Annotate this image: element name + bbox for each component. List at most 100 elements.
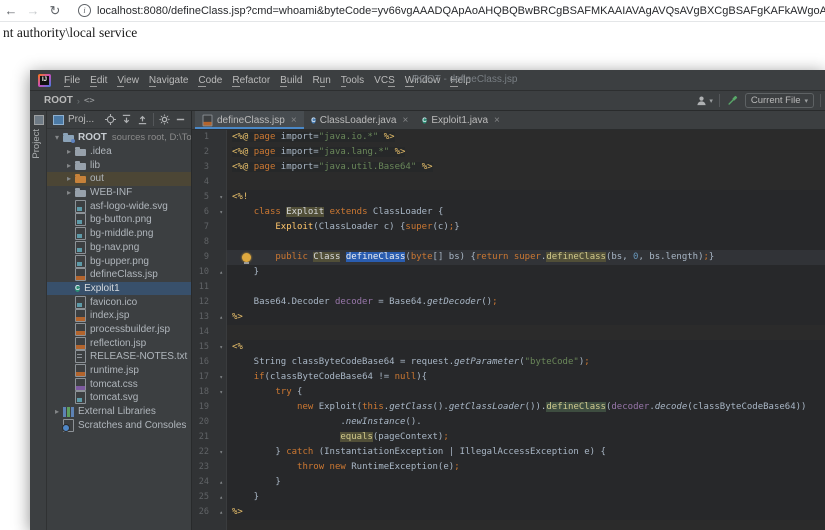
tree-item-out[interactable]: ▸ out	[47, 172, 191, 186]
url-text[interactable]: localhost:8080/defineClass.jsp?cmd=whoam…	[97, 5, 825, 17]
tree-item-runtime-jsp[interactable]: runtime.jsp	[47, 364, 191, 378]
tree-item-reflection-jsp[interactable]: reflection.jsp	[47, 336, 191, 350]
locate-icon[interactable]	[105, 114, 116, 125]
build-hammer-icon[interactable]	[726, 94, 739, 107]
menu-vcs[interactable]: VCS	[369, 74, 400, 87]
close-tab-icon[interactable]: ×	[402, 115, 408, 126]
line-number: 18 ▾	[192, 385, 226, 400]
menu-code[interactable]: Code	[193, 74, 227, 87]
chevron-collapsed-icon[interactable]: ▸	[63, 147, 75, 156]
menu-file[interactable]: File	[59, 74, 85, 87]
settings-icon[interactable]	[159, 114, 170, 125]
tree-item-tomcat-css[interactable]: tomcat.css	[47, 377, 191, 391]
tab-label: ClassLoader.java	[319, 114, 397, 126]
tab-defineclass-jsp[interactable]: defineClass.jsp ×	[195, 111, 304, 129]
browser-toolbar: ← → ↻ i localhost:8080/defineClass.jsp?c…	[0, 0, 825, 22]
tree-item-bg-upper-png[interactable]: bg-upper.png	[47, 254, 191, 268]
menu-run[interactable]: Run	[307, 74, 335, 87]
code-line-13: %>	[232, 312, 243, 322]
site-info-icon[interactable]: i	[78, 4, 91, 17]
menu-tools[interactable]: Tools	[336, 74, 369, 87]
breadcrumb-separator-icon: ›	[76, 95, 80, 106]
tree-item-release-notes-txt[interactable]: RELEASE-NOTES.txt	[47, 350, 191, 364]
tab-classloader-java[interactable]: C ClassLoader.java ×	[304, 111, 416, 129]
back-icon[interactable]: ←	[0, 1, 22, 21]
intention-bulb-icon[interactable]	[242, 253, 251, 264]
fold-marker-icon[interactable]: ▾	[219, 370, 223, 385]
close-tab-icon[interactable]: ×	[494, 115, 500, 126]
tree-item-bg-nav-png[interactable]: bg-nav.png	[47, 240, 191, 255]
code-line-25: }	[232, 492, 260, 502]
tree-item-lib[interactable]: ▸ lib	[47, 158, 191, 172]
tab-exploit1-java[interactable]: C Exploit1.java ×	[415, 111, 507, 129]
tree-item-scratches-and-consoles[interactable]: Scratches and Consoles	[47, 418, 191, 432]
menu-edit[interactable]: Edit	[85, 74, 112, 87]
project-tree[interactable]: ▾ ROOT sources root, D:\Tomcat ▸ .idea ▸ lib ▸ o…	[47, 129, 191, 530]
code-line-12: Base64.Decoder decoder = Base64.getDecod…	[232, 297, 498, 307]
project-panel-actions	[105, 113, 191, 126]
menu-navigate[interactable]: Navigate	[144, 74, 194, 87]
menu-view[interactable]: View	[112, 74, 144, 87]
fold-marker-icon[interactable]: ▾	[219, 385, 223, 400]
fold-marker-icon[interactable]: ▴	[219, 505, 223, 520]
tab-label: Exploit1.java	[431, 114, 489, 126]
collapse-all-icon[interactable]	[137, 114, 148, 125]
tree-item-web-inf[interactable]: ▸ WEB-INF	[47, 186, 191, 200]
tree-item-tomcat-svg[interactable]: tomcat.svg	[47, 391, 191, 405]
fold-marker-icon[interactable]: ▴	[219, 475, 223, 490]
ide-menu-bar: IJ File Edit View Navigate Code Refactor Build…	[30, 70, 825, 91]
line-number: 13 ▴	[192, 310, 226, 325]
reload-icon[interactable]: ↻	[44, 1, 66, 21]
fold-marker-icon[interactable]: ▾	[219, 205, 223, 220]
fold-marker-icon[interactable]: ▴	[219, 310, 223, 325]
tree-item--idea[interactable]: ▸ .idea	[47, 145, 191, 159]
line-number: 4	[203, 177, 209, 187]
chevron-collapsed-icon[interactable]: ▸	[63, 174, 75, 183]
tree-item-processbuilder-jsp[interactable]: processbuilder.jsp	[47, 322, 191, 337]
file-jsp-icon	[202, 114, 213, 126]
code-editor[interactable]: <%@ page import="java.io.*" %> <%@ page i…	[227, 130, 825, 530]
tree-item-bg-middle-png[interactable]: bg-middle.png	[47, 227, 191, 241]
chevron-collapsed-icon[interactable]: ▸	[63, 161, 75, 170]
tree-item-label: WEB-INF	[90, 187, 133, 199]
tree-item-favicon-ico[interactable]: favicon.ico	[47, 295, 191, 309]
code-line-10: }	[232, 267, 260, 277]
breadcrumb-file-tag[interactable]: <>	[84, 96, 95, 106]
tree-item-index-jsp[interactable]: index.jsp	[47, 309, 191, 323]
editor-gutter[interactable]: 1 2 3 4 5 ▾ 6 ▾ 7 8 9 10 ▴ 11 12 13 ▴ 14 15 ▾ 16 17 ▾ 18 ▾ 19 20 21…	[192, 130, 227, 530]
project-toolwindow-button[interactable]: Project	[31, 129, 42, 159]
fold-marker-icon[interactable]: ▾	[219, 445, 223, 460]
folder-icon	[75, 160, 86, 170]
chevron-collapsed-icon[interactable]: ▸	[51, 407, 63, 416]
tree-item-label: tomcat.css	[90, 378, 138, 390]
chevron-collapsed-icon[interactable]: ▸	[63, 188, 75, 197]
address-bar[interactable]: i localhost:8080/defineClass.jsp?cmd=who…	[66, 2, 825, 20]
file-css-icon	[75, 377, 86, 391]
tree-item-external-libraries[interactable]: ▸ External Libraries	[47, 405, 191, 419]
project-toolwindow-icon[interactable]	[34, 115, 44, 125]
line-number: 14	[198, 327, 209, 337]
chevron-expanded-icon[interactable]: ▾	[51, 133, 63, 142]
menu-build[interactable]: Build	[275, 74, 307, 87]
close-tab-icon[interactable]: ×	[291, 115, 297, 126]
forward-icon[interactable]: →	[22, 1, 44, 21]
line-number: 2	[203, 147, 209, 157]
breadcrumb-root[interactable]: ROOT	[44, 95, 73, 106]
fold-marker-icon[interactable]: ▴	[219, 265, 223, 280]
menu-refactor[interactable]: Refactor	[227, 74, 275, 87]
fold-marker-icon[interactable]: ▴	[219, 490, 223, 505]
tree-item-bg-button-png[interactable]: bg-button.png	[47, 213, 191, 227]
tree-item-asf-logo-wide-svg[interactable]: asf-logo-wide.svg	[47, 199, 191, 213]
hide-icon[interactable]	[175, 114, 186, 125]
run-configuration-select[interactable]: Current File ▾	[744, 93, 814, 108]
tree-item-root[interactable]: ▾ ROOT sources root, D:\Tomcat	[47, 131, 191, 145]
expand-all-icon[interactable]	[121, 114, 132, 125]
tree-item-defineclass-jsp[interactable]: defineClass.jsp	[47, 268, 191, 282]
file-image-icon	[75, 199, 86, 213]
tree-item-exploit1[interactable]: C Exploit1	[47, 281, 191, 296]
fold-marker-icon[interactable]: ▾	[219, 340, 223, 355]
user-menu-button[interactable]: ▾	[696, 95, 713, 106]
line-number: 25 ▴	[192, 490, 226, 505]
fold-marker-icon[interactable]: ▾	[219, 190, 223, 205]
